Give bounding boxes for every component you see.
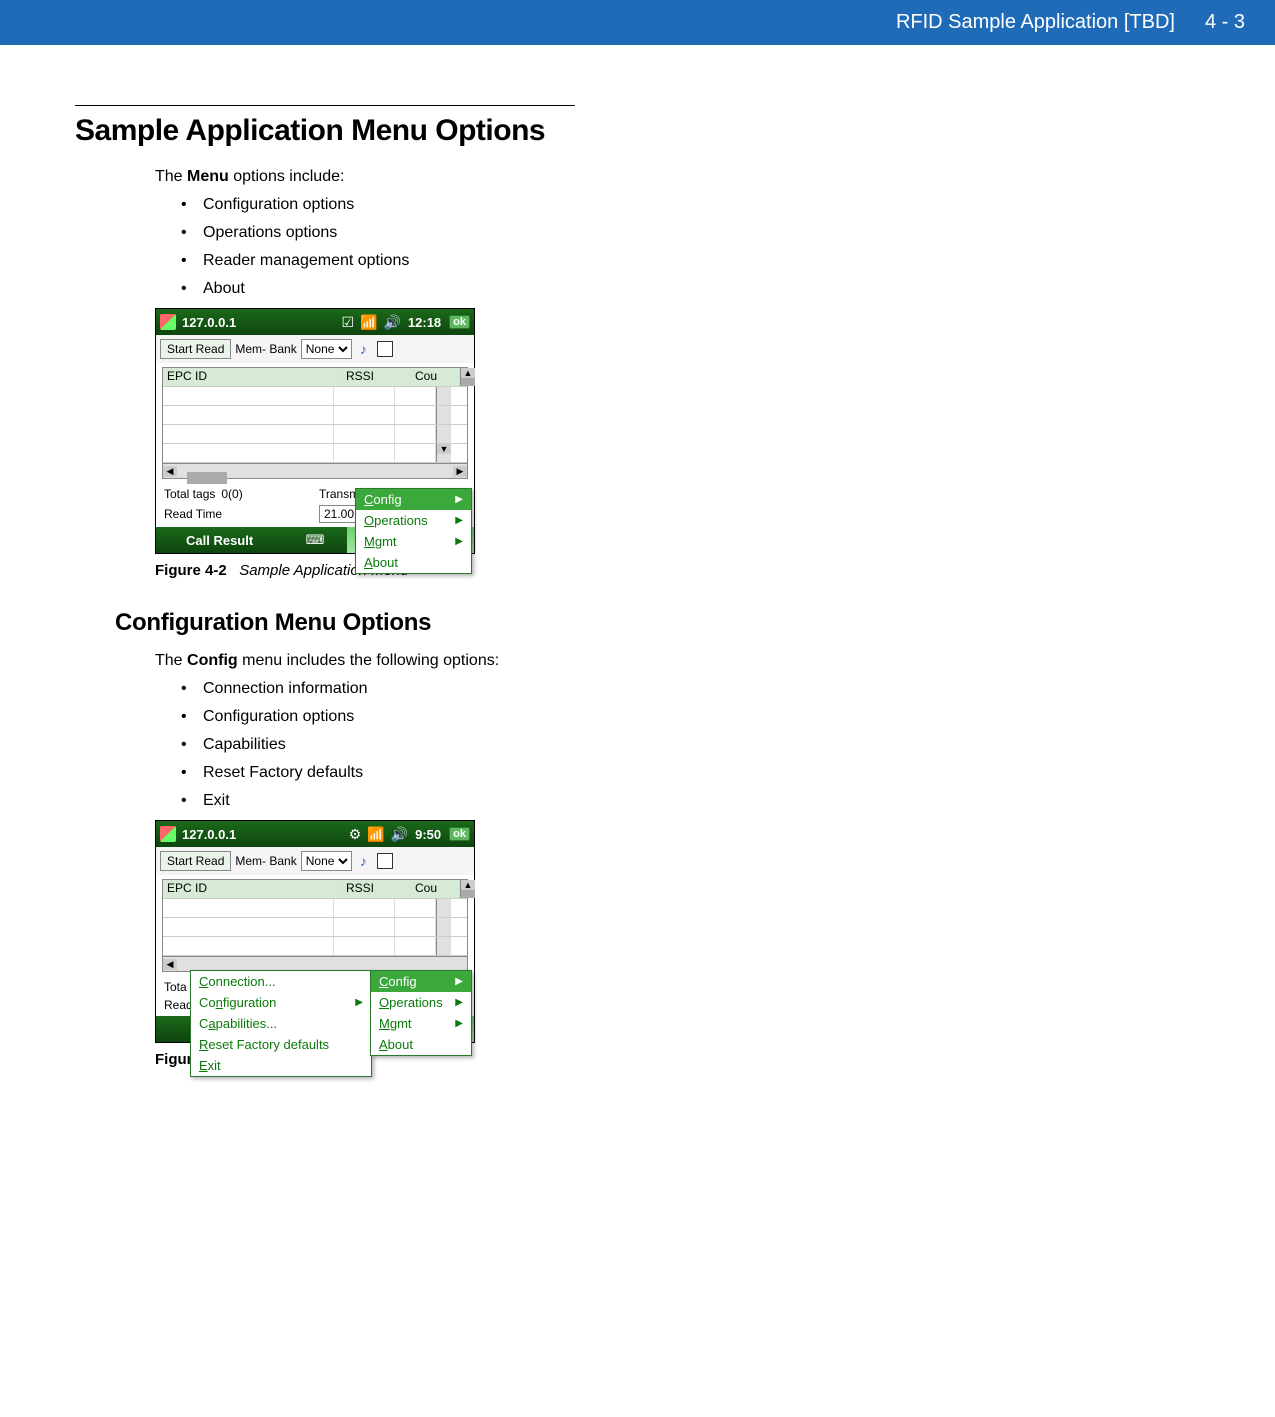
scroll-up-icon[interactable]: ▲	[461, 368, 475, 378]
menu-item-operations[interactable]: Operations▶	[371, 992, 471, 1013]
read-label-cut: Read	[164, 998, 193, 1012]
list-item: Operations options	[175, 224, 1025, 242]
toolbar: Start Read Mem- Bank None ♪	[156, 847, 474, 875]
softkey-left[interactable]: Call Result	[156, 533, 283, 548]
chevron-right-icon: ▶	[455, 997, 463, 1008]
scroll-thumb[interactable]	[461, 890, 475, 898]
col-header-count[interactable]: Cou	[411, 880, 460, 898]
list-item: Reset Factory defaults	[175, 764, 1025, 782]
chevron-right-icon: ▶	[455, 1018, 463, 1029]
data-grid: EPC ID RSSI Cou ▲ ▼ ◀ ▶	[162, 367, 468, 479]
config-submenu-popup: Connection... Configuration▶ Capabilitie…	[190, 970, 372, 1077]
submenu-item-capabilities[interactable]: Capabilities...	[191, 1013, 371, 1034]
list-item: About	[175, 280, 1025, 298]
scroll-left-icon[interactable]: ◀	[163, 959, 177, 970]
figure-4-2-caption: Figure 4-2 Sample Application Menu	[155, 562, 1025, 579]
clock: 9:50	[415, 827, 441, 842]
menu-item-config[interactable]: Config▶	[371, 971, 471, 992]
total-tags-label: Total tags	[164, 487, 215, 501]
col-header-count[interactable]: Cou	[411, 368, 460, 386]
windows-start-icon[interactable]	[160, 314, 176, 330]
menu-item-operations[interactable]: Operations▶	[356, 510, 471, 531]
section-rule	[75, 105, 575, 106]
submenu-item-connection[interactable]: Connection...	[191, 971, 371, 992]
titlebar-ip: 127.0.0.1	[182, 827, 236, 842]
main-menu-popup: Config▶ Operations▶ Mgmt▶ About	[355, 488, 472, 574]
music-note-icon[interactable]: ♪	[360, 341, 367, 357]
chevron-right-icon: ▶	[355, 997, 363, 1008]
volume-icon[interactable]: 🔊	[391, 826, 408, 843]
mem-bank-select[interactable]: None	[301, 339, 352, 359]
ok-button[interactable]: ok	[449, 315, 470, 329]
scroll-thumb[interactable]	[461, 378, 475, 386]
titlebar: 127.0.0.1 ☑ 📶 🔊 12:18 ok	[156, 309, 474, 335]
signal-icon[interactable]: 📶	[367, 826, 384, 843]
titlebar-ip: 127.0.0.1	[182, 315, 236, 330]
list-item: Reader management options	[175, 252, 1025, 270]
menu-item-config[interactable]: Config▶	[356, 489, 471, 510]
read-time-label: Read Time	[164, 507, 222, 521]
start-read-button[interactable]: Start Read	[160, 339, 231, 359]
signal-icon[interactable]: 📶	[360, 314, 377, 331]
chevron-right-icon: ▶	[455, 515, 463, 526]
header-title: RFID Sample Application [TBD]	[896, 11, 1175, 34]
mem-bank-select[interactable]: None	[301, 851, 352, 871]
list-item: Connection information	[175, 680, 1025, 698]
task-icon[interactable]: ☑	[341, 314, 354, 331]
titlebar: 127.0.0.1 ⚙ 📶 🔊 9:50 ok	[156, 821, 474, 847]
clock: 12:18	[408, 315, 441, 330]
section1-bullets: Configuration options Operations options…	[175, 196, 1025, 298]
col-header-epc[interactable]: EPC ID	[163, 368, 342, 386]
scroll-up-icon[interactable]: ▲	[461, 880, 475, 890]
data-grid: EPC ID RSSI Cou ▲ ◀	[162, 879, 468, 972]
list-item: Capabilities	[175, 736, 1025, 754]
scroll-left-icon[interactable]: ◀	[163, 466, 177, 477]
horizontal-scrollbar[interactable]: ◀	[163, 956, 467, 971]
keyboard-icon[interactable]: ⌨	[283, 532, 347, 548]
ok-button[interactable]: ok	[449, 827, 470, 841]
section2-intro: The Config menu includes the following o…	[155, 652, 1025, 670]
chevron-right-icon: ▶	[455, 494, 463, 505]
menu-item-mgmt[interactable]: Mgmt▶	[371, 1013, 471, 1034]
figure-4-2: 127.0.0.1 ☑ 📶 🔊 12:18 ok Start Read Mem-…	[75, 308, 1025, 554]
page-header: RFID Sample Application [TBD] 4 - 3	[0, 0, 1275, 45]
list-item: Configuration options	[175, 708, 1025, 726]
submenu-item-reset[interactable]: Reset Factory defaults	[191, 1034, 371, 1055]
list-item: Exit	[175, 792, 1025, 810]
music-note-icon[interactable]: ♪	[360, 853, 367, 869]
windows-start-icon[interactable]	[160, 826, 176, 842]
checkbox[interactable]	[377, 341, 393, 357]
col-header-epc[interactable]: EPC ID	[163, 880, 342, 898]
mem-bank-label: Mem- Bank	[235, 854, 296, 868]
section1-intro: The Menu options include:	[155, 168, 1025, 186]
submenu-item-exit[interactable]: Exit	[191, 1055, 371, 1076]
section1-heading: Sample Application Menu Options	[75, 114, 1025, 148]
scroll-right-icon[interactable]: ▶	[453, 466, 467, 477]
start-read-button[interactable]: Start Read	[160, 851, 231, 871]
header-page-number: 4 - 3	[1205, 11, 1245, 34]
list-item: Configuration options	[175, 196, 1025, 214]
total-tags-value: 0(0)	[221, 487, 242, 501]
connectivity-icon[interactable]: ⚙	[349, 826, 362, 843]
mem-bank-label: Mem- Bank	[235, 342, 296, 356]
total-label-cut: Tota	[164, 980, 187, 994]
chevron-right-icon: ▶	[455, 976, 463, 987]
section2-heading: Configuration Menu Options	[115, 609, 1025, 637]
submenu-item-configuration[interactable]: Configuration▶	[191, 992, 371, 1013]
menu-item-about[interactable]: About	[356, 552, 471, 573]
figure-4-3: 127.0.0.1 ⚙ 📶 🔊 9:50 ok Start Read Mem- …	[75, 820, 1025, 1043]
main-menu-popup-2: Config▶ Operations▶ Mgmt▶ About	[370, 970, 472, 1056]
checkbox[interactable]	[377, 853, 393, 869]
menu-item-mgmt[interactable]: Mgmt▶	[356, 531, 471, 552]
volume-icon[interactable]: 🔊	[383, 314, 400, 331]
section2-bullets: Connection information Configuration opt…	[175, 680, 1025, 810]
chevron-right-icon: ▶	[455, 536, 463, 547]
menu-item-about[interactable]: About	[371, 1034, 471, 1055]
horizontal-scrollbar[interactable]: ◀ ▶	[163, 463, 467, 478]
hscroll-thumb[interactable]	[187, 472, 227, 484]
col-header-rssi[interactable]: RSSI	[342, 880, 411, 898]
scroll-down-icon[interactable]: ▼	[437, 444, 451, 454]
toolbar: Start Read Mem- Bank None ♪	[156, 335, 474, 363]
col-header-rssi[interactable]: RSSI	[342, 368, 411, 386]
